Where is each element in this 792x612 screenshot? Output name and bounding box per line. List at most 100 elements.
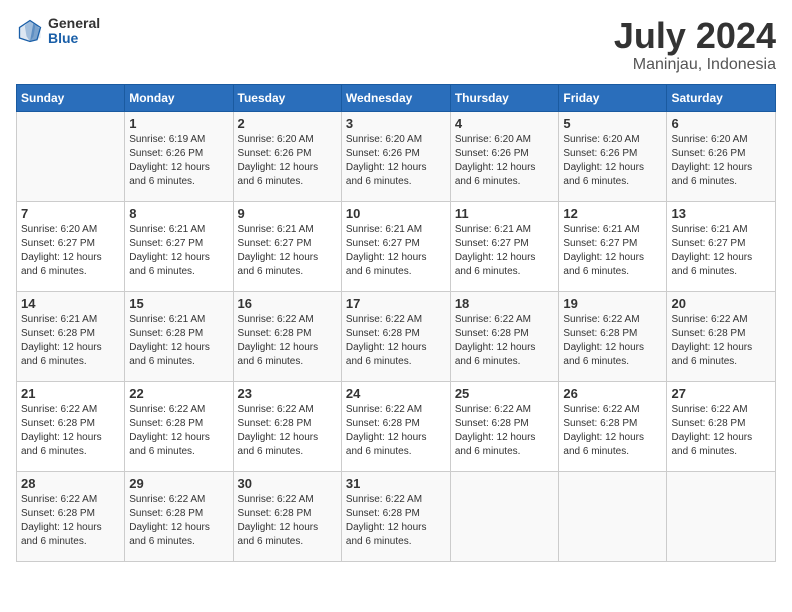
- day-info: Sunrise: 6:22 AMSunset: 6:28 PMDaylight:…: [238, 403, 337, 459]
- day-of-week-header: Saturday: [667, 84, 776, 111]
- day-info: Sunrise: 6:22 AMSunset: 6:28 PMDaylight:…: [346, 493, 446, 549]
- day-number: 15: [129, 296, 228, 311]
- page-header: General Blue July 2024 Maninjau, Indones…: [16, 16, 776, 74]
- calendar-cell: 22 Sunrise: 6:22 AMSunset: 6:28 PMDayligh…: [125, 381, 233, 471]
- day-number: 11: [455, 206, 555, 221]
- calendar-cell: 14 Sunrise: 6:21 AMSunset: 6:28 PMDayligh…: [17, 291, 125, 381]
- calendar-cell: 25Sunrise: 6:22 AMSunset: 6:28 PMDayligh…: [450, 381, 559, 471]
- day-of-week-header: Tuesday: [233, 84, 341, 111]
- calendar-cell: 7Sunrise: 6:20 AMSunset: 6:27 PMDaylight…: [17, 201, 125, 291]
- day-info: Sunrise: 6:22 AMSunset: 6:28 PMDaylight:…: [129, 403, 228, 459]
- calendar-week-row: 1Sunrise: 6:19 AMSunset: 6:26 PMDaylight…: [17, 111, 776, 201]
- day-number: 17: [346, 296, 446, 311]
- day-number: 9: [238, 206, 337, 221]
- calendar-cell: [667, 471, 776, 561]
- calendar-cell: 8Sunrise: 6:21 AMSunset: 6:27 PMDaylight…: [125, 201, 233, 291]
- calendar-cell: 2Sunrise: 6:20 AMSunset: 6:26 PMDaylight…: [233, 111, 341, 201]
- calendar-cell: 30 Sunrise: 6:22 AMSunset: 6:28 PMDayligh…: [233, 471, 341, 561]
- day-number: 1: [129, 116, 228, 131]
- calendar-cell: 28 Sunrise: 6:22 AMSunset: 6:28 PMDayligh…: [17, 471, 125, 561]
- calendar-cell: 10 Sunrise: 6:21 AMSunset: 6:27 PMDayligh…: [341, 201, 450, 291]
- calendar-header: SundayMondayTuesdayWednesdayThursdayFrid…: [17, 84, 776, 111]
- calendar-cell: 29 Sunrise: 6:22 AMSunset: 6:28 PMDayligh…: [125, 471, 233, 561]
- day-number: 18: [455, 296, 555, 311]
- calendar-cell: 13 Sunrise: 6:21 AMSunset: 6:27 PMDayligh…: [667, 201, 776, 291]
- day-number: 24: [346, 386, 446, 401]
- day-info: Sunrise: 6:22 AMSunset: 6:28 PMDaylight:…: [346, 313, 446, 369]
- day-info: Sunrise: 6:20 AMSunset: 6:26 PMDaylight:…: [671, 133, 771, 189]
- location-subtitle: Maninjau, Indonesia: [614, 56, 776, 74]
- calendar-cell: 15 Sunrise: 6:21 AMSunset: 6:28 PMDayligh…: [125, 291, 233, 381]
- calendar-cell: 27 Sunrise: 6:22 AMSunset: 6:28 PMDayligh…: [667, 381, 776, 471]
- day-info: Sunrise: 6:20 AMSunset: 6:26 PMDaylight:…: [563, 133, 662, 189]
- day-number: 13: [671, 206, 771, 221]
- calendar-cell: 12 Sunrise: 6:21 AMSunset: 6:27 PMDayligh…: [559, 201, 667, 291]
- calendar-week-row: 28 Sunrise: 6:22 AMSunset: 6:28 PMDayligh…: [17, 471, 776, 561]
- calendar-cell: 6Sunrise: 6:20 AMSunset: 6:26 PMDaylight…: [667, 111, 776, 201]
- logo-general-text: General: [48, 16, 100, 31]
- calendar-week-row: 7Sunrise: 6:20 AMSunset: 6:27 PMDaylight…: [17, 201, 776, 291]
- day-number: 29: [129, 476, 228, 491]
- calendar-cell: 1Sunrise: 6:19 AMSunset: 6:26 PMDaylight…: [125, 111, 233, 201]
- day-info: Sunrise: 6:20 AMSunset: 6:26 PMDaylight:…: [238, 133, 337, 189]
- day-info: Sunrise: 6:22 AMSunset: 6:28 PMDaylight:…: [21, 493, 120, 549]
- day-info: Sunrise: 6:22 AMSunset: 6:28 PMDaylight:…: [129, 493, 228, 549]
- calendar-cell: 16Sunrise: 6:22 AMSunset: 6:28 PMDayligh…: [233, 291, 341, 381]
- day-number: 14: [21, 296, 120, 311]
- logo-icon: [16, 17, 44, 45]
- title-block: July 2024 Maninjau, Indonesia: [614, 16, 776, 74]
- calendar-cell: [559, 471, 667, 561]
- logo: General Blue: [16, 16, 100, 47]
- day-number: 25: [455, 386, 555, 401]
- calendar-cell: 4 Sunrise: 6:20 AMSunset: 6:26 PMDaylight…: [450, 111, 559, 201]
- day-number: 12: [563, 206, 662, 221]
- logo-blue-text: Blue: [48, 31, 100, 46]
- calendar-cell: 31Sunrise: 6:22 AMSunset: 6:28 PMDayligh…: [341, 471, 450, 561]
- calendar-cell: 17 Sunrise: 6:22 AMSunset: 6:28 PMDayligh…: [341, 291, 450, 381]
- days-of-week-row: SundayMondayTuesdayWednesdayThursdayFrid…: [17, 84, 776, 111]
- day-info: Sunrise: 6:21 AMSunset: 6:28 PMDaylight:…: [129, 313, 228, 369]
- day-info: Sunrise: 6:22 AMSunset: 6:28 PMDaylight:…: [238, 493, 337, 549]
- month-year-title: July 2024: [614, 16, 776, 56]
- calendar-cell: 18 Sunrise: 6:22 AMSunset: 6:28 PMDayligh…: [450, 291, 559, 381]
- calendar-table: SundayMondayTuesdayWednesdayThursdayFrid…: [16, 84, 776, 562]
- day-number: 16: [238, 296, 337, 311]
- day-number: 19: [563, 296, 662, 311]
- day-of-week-header: Wednesday: [341, 84, 450, 111]
- day-of-week-header: Sunday: [17, 84, 125, 111]
- day-info: Sunrise: 6:22 AMSunset: 6:28 PMDaylight:…: [21, 403, 120, 459]
- calendar-week-row: 21Sunrise: 6:22 AMSunset: 6:28 PMDayligh…: [17, 381, 776, 471]
- day-info: Sunrise: 6:22 AMSunset: 6:28 PMDaylight:…: [671, 313, 771, 369]
- calendar-cell: 5Sunrise: 6:20 AMSunset: 6:26 PMDaylight…: [559, 111, 667, 201]
- day-number: 27: [671, 386, 771, 401]
- day-info: Sunrise: 6:20 AMSunset: 6:26 PMDaylight:…: [455, 133, 555, 189]
- calendar-cell: [17, 111, 125, 201]
- day-number: 30: [238, 476, 337, 491]
- day-info: Sunrise: 6:22 AMSunset: 6:28 PMDaylight:…: [563, 403, 662, 459]
- day-number: 22: [129, 386, 228, 401]
- day-number: 28: [21, 476, 120, 491]
- calendar-cell: 21Sunrise: 6:22 AMSunset: 6:28 PMDayligh…: [17, 381, 125, 471]
- day-of-week-header: Monday: [125, 84, 233, 111]
- day-info: Sunrise: 6:21 AMSunset: 6:27 PMDaylight:…: [129, 223, 228, 279]
- day-number: 4: [455, 116, 555, 131]
- calendar-body: 1Sunrise: 6:19 AMSunset: 6:26 PMDaylight…: [17, 111, 776, 561]
- day-number: 23: [238, 386, 337, 401]
- day-number: 10: [346, 206, 446, 221]
- day-info: Sunrise: 6:21 AMSunset: 6:27 PMDaylight:…: [346, 223, 446, 279]
- calendar-cell: 20 Sunrise: 6:22 AMSunset: 6:28 PMDayligh…: [667, 291, 776, 381]
- calendar-cell: 3Sunrise: 6:20 AMSunset: 6:26 PMDaylight…: [341, 111, 450, 201]
- day-of-week-header: Friday: [559, 84, 667, 111]
- calendar-cell: 11Sunrise: 6:21 AMSunset: 6:27 PMDayligh…: [450, 201, 559, 291]
- day-info: Sunrise: 6:21 AMSunset: 6:28 PMDaylight:…: [21, 313, 120, 369]
- day-number: 26: [563, 386, 662, 401]
- day-info: Sunrise: 6:22 AMSunset: 6:28 PMDaylight:…: [563, 313, 662, 369]
- day-info: Sunrise: 6:22 AMSunset: 6:28 PMDaylight:…: [671, 403, 771, 459]
- day-info: Sunrise: 6:21 AMSunset: 6:27 PMDaylight:…: [671, 223, 771, 279]
- day-info: Sunrise: 6:21 AMSunset: 6:27 PMDaylight:…: [238, 223, 337, 279]
- day-info: Sunrise: 6:21 AMSunset: 6:27 PMDaylight:…: [563, 223, 662, 279]
- day-info: Sunrise: 6:22 AMSunset: 6:28 PMDaylight:…: [455, 313, 555, 369]
- day-info: Sunrise: 6:20 AMSunset: 6:26 PMDaylight:…: [346, 133, 446, 189]
- calendar-cell: 23 Sunrise: 6:22 AMSunset: 6:28 PMDayligh…: [233, 381, 341, 471]
- day-number: 20: [671, 296, 771, 311]
